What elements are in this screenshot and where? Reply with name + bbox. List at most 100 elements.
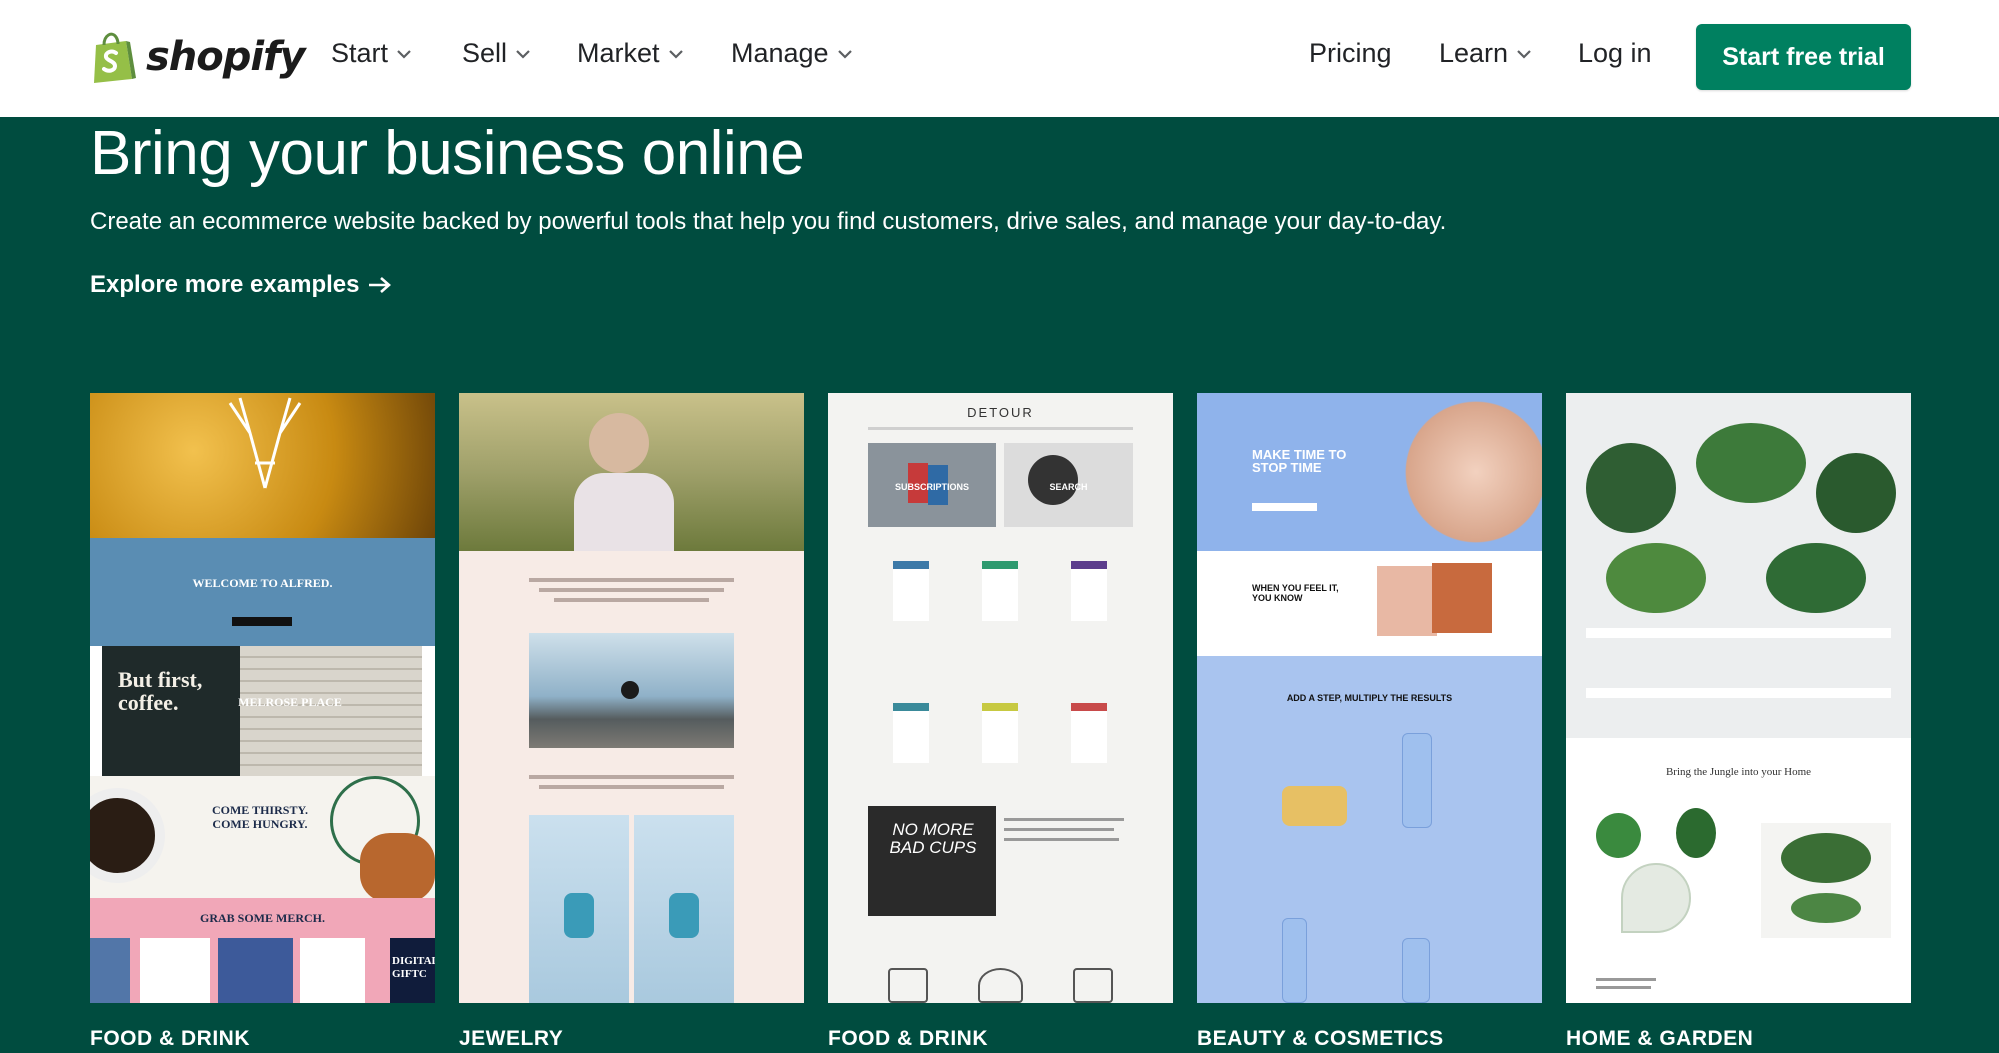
card-text: DETOUR [967, 405, 1034, 420]
explore-label: Explore more examples [90, 271, 360, 298]
antler-logo-icon [228, 397, 302, 489]
mini-nav [868, 427, 1133, 430]
text-line [529, 775, 734, 779]
nav-login-label: Log in [1578, 38, 1652, 68]
chevron-down-icon [1517, 49, 1531, 59]
card-text: MELROSE PLACE [238, 695, 342, 709]
face-thumb-image [1377, 566, 1437, 636]
nav-start-label: Start [331, 38, 389, 68]
scale-image [1028, 455, 1078, 505]
example-card-beauty-cosmetics[interactable]: MAKE TIME TO STOP TIME WHEN YOU FEEL IT,… [1197, 393, 1542, 1003]
plant-foliage [1696, 423, 1806, 503]
nav-pricing-label: Pricing [1309, 38, 1392, 68]
card-category-label: JEWELRY [459, 1027, 564, 1050]
card-text: WHEN YOU FEEL IT, YOU KNOW [1252, 583, 1339, 603]
welcome-band [90, 538, 435, 646]
chevron-down-icon [516, 49, 530, 59]
card-category-label: FOOD & DRINK [828, 1027, 988, 1050]
nav-sell[interactable]: Sell [462, 38, 531, 69]
leaf [1676, 808, 1716, 858]
person-image [589, 413, 649, 473]
merch-item [140, 938, 210, 1003]
card-text: SEARCH [1049, 482, 1088, 492]
card-text: DIGITAL GIFTC [392, 955, 435, 980]
example-card-jewelry[interactable] [459, 393, 804, 1003]
explore-more-examples-link[interactable]: Explore more examples [90, 271, 393, 299]
shelf [1586, 688, 1891, 698]
merch-item [300, 938, 365, 1003]
face-thumb-image [1432, 563, 1492, 633]
nav-market-label: Market [577, 38, 660, 68]
card-text: COME THIRSTY. COME HUNGRY. [211, 803, 309, 831]
card-text: SUBSCRIPTIONS [894, 482, 969, 492]
tile-wall-image [240, 646, 422, 776]
bottle-product [1282, 918, 1307, 1003]
dancer-figure [564, 893, 594, 938]
nav-login[interactable]: Log in [1578, 38, 1652, 69]
card-text: WELCOME TO ALFRED. [192, 576, 333, 590]
merch-item [218, 938, 293, 1003]
tube-product [1402, 733, 1432, 828]
product-bag [893, 561, 929, 621]
card-text: ADD A STEP, MULTIPLY THE RESULTS [1286, 693, 1453, 703]
card-text: MAKE TIME TO STOP TIME [1252, 447, 1347, 475]
shelf [1586, 628, 1891, 638]
nav-manage-label: Manage [731, 38, 829, 68]
illustration-icon [978, 968, 1023, 1003]
page-title: Bring your business online [90, 119, 805, 188]
card-category-label: FOOD & DRINK [90, 1027, 250, 1050]
example-card-food-drink-alfred[interactable]: WELCOME TO ALFRED. But first, coffee. ME… [90, 393, 435, 1003]
product-bag [982, 703, 1018, 763]
chevron-down-icon [668, 49, 683, 59]
card-category-label: HOME & GARDEN [1566, 1027, 1754, 1050]
play-icon[interactable] [621, 681, 639, 699]
plant-foliage [1791, 893, 1861, 923]
shopping-bag-icon [94, 32, 136, 83]
text-line [554, 598, 709, 602]
shopify-logo[interactable]: shopify [90, 28, 306, 86]
nav-learn-label: Learn [1439, 38, 1509, 68]
nav-sell-label: Sell [462, 38, 508, 68]
card-text: NO MORE BAD CUPS [889, 820, 977, 857]
nav-learn[interactable]: Learn [1439, 38, 1532, 69]
nav-market[interactable]: Market [577, 38, 684, 69]
merch-item [90, 938, 130, 1003]
card-text: Bring the Jungle into your Home [1665, 766, 1812, 778]
plant-foliage [1816, 453, 1896, 533]
plant-foliage [1766, 543, 1866, 613]
bottle-product [1402, 938, 1430, 1003]
plant-foliage [1781, 833, 1871, 883]
nav-pricing[interactable]: Pricing [1309, 38, 1392, 69]
plant-foliage [1586, 443, 1676, 533]
card-text: But first, coffee. [118, 667, 203, 715]
mini-button [232, 617, 292, 626]
face-image [1377, 393, 1542, 551]
example-card-home-garden[interactable]: Bring the Jungle into your Home [1566, 393, 1911, 1003]
product-bag [893, 703, 929, 763]
arrow-right-icon [369, 277, 392, 293]
text-line [1004, 818, 1124, 821]
start-free-trial-button[interactable]: Start free trial [1696, 24, 1911, 90]
person-image [574, 473, 674, 551]
product-bag [1071, 561, 1107, 621]
leaf [1621, 863, 1691, 933]
nav-manage[interactable]: Manage [731, 38, 853, 69]
product-bag [982, 561, 1018, 621]
nav-start[interactable]: Start [331, 38, 412, 69]
jar-product [1282, 786, 1347, 826]
chevron-down-icon [837, 49, 852, 59]
mini-button [1252, 503, 1317, 511]
example-card-food-drink-detour[interactable]: DETOUR SUBSCRIPTIONS SEARCH NO MORE BAD … [828, 393, 1173, 1003]
leaf [1596, 813, 1641, 858]
brand-name: shopify [146, 34, 306, 80]
plant-foliage [1606, 543, 1706, 613]
hero-subtitle: Create an ecommerce website backed by po… [90, 208, 1447, 235]
product-bag [1071, 703, 1107, 763]
text-line [1596, 978, 1656, 981]
top-navigation: shopify Start Sell Market Manage Pricing… [0, 0, 1999, 117]
text-line [1004, 838, 1119, 841]
text-line [539, 588, 724, 592]
illustration-icon [888, 968, 928, 1003]
card-category-label: BEAUTY & COSMETICS [1197, 1027, 1444, 1050]
chevron-down-icon [397, 49, 411, 59]
